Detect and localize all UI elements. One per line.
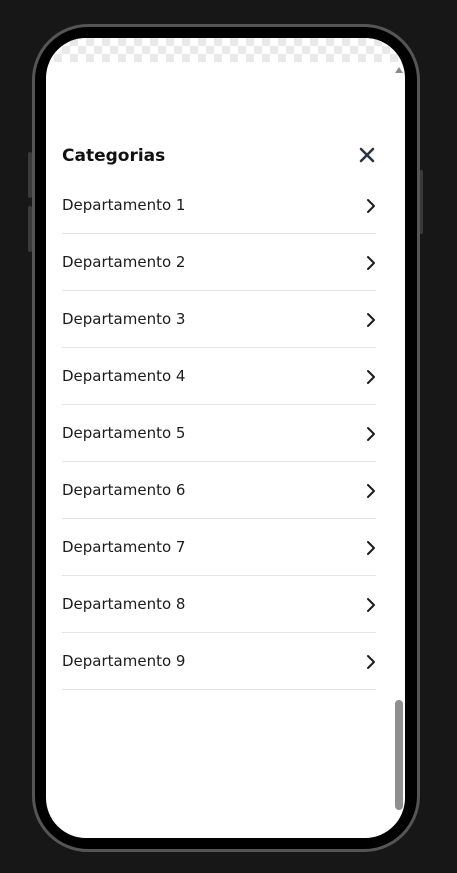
list-item-label: Departamento 1 (62, 196, 186, 214)
chevron-right-icon (367, 484, 375, 498)
list-item-label: Departamento 9 (62, 652, 186, 670)
category-list: Departamento 1 Departamento 2 Departamen… (62, 177, 376, 690)
close-button[interactable] (357, 145, 377, 165)
chevron-right-icon (367, 313, 375, 327)
scroll-up-arrow-icon[interactable] (395, 67, 403, 73)
chevron-right-icon (367, 199, 375, 213)
modal-header: Categorias (62, 142, 376, 170)
list-item-departamento-3[interactable]: Departamento 3 (62, 291, 376, 348)
scrollbar-thumb[interactable] (395, 700, 403, 810)
chevron-right-icon (367, 256, 375, 270)
list-item-label: Departamento 8 (62, 595, 186, 613)
list-item-departamento-8[interactable]: Departamento 8 (62, 576, 376, 633)
chevron-right-icon (367, 598, 375, 612)
list-item-departamento-9[interactable]: Departamento 9 (62, 633, 376, 690)
list-item-label: Departamento 4 (62, 367, 186, 385)
chevron-right-icon (367, 370, 375, 384)
list-item-label: Departamento 6 (62, 481, 186, 499)
transparent-area (46, 38, 405, 62)
list-item-departamento-7[interactable]: Departamento 7 (62, 519, 376, 576)
modal-title: Categorias (62, 146, 166, 166)
list-item-departamento-2[interactable]: Departamento 2 (62, 234, 376, 291)
list-item-label: Departamento 2 (62, 253, 186, 271)
list-item-departamento-1[interactable]: Departamento 1 (62, 177, 376, 234)
device-preview: Categorias Departamento 1 Departamento 2… (0, 0, 457, 873)
close-icon (359, 147, 375, 163)
list-item-departamento-6[interactable]: Departamento 6 (62, 462, 376, 519)
chevron-right-icon (367, 541, 375, 555)
chevron-right-icon (367, 427, 375, 441)
list-item-label: Departamento 3 (62, 310, 186, 328)
phone-screen: Categorias Departamento 1 Departamento 2… (46, 38, 405, 838)
list-item-departamento-5[interactable]: Departamento 5 (62, 405, 376, 462)
list-item-label: Departamento 7 (62, 538, 186, 556)
list-item-label: Departamento 5 (62, 424, 186, 442)
chevron-right-icon (367, 655, 375, 669)
list-item-departamento-4[interactable]: Departamento 4 (62, 348, 376, 405)
